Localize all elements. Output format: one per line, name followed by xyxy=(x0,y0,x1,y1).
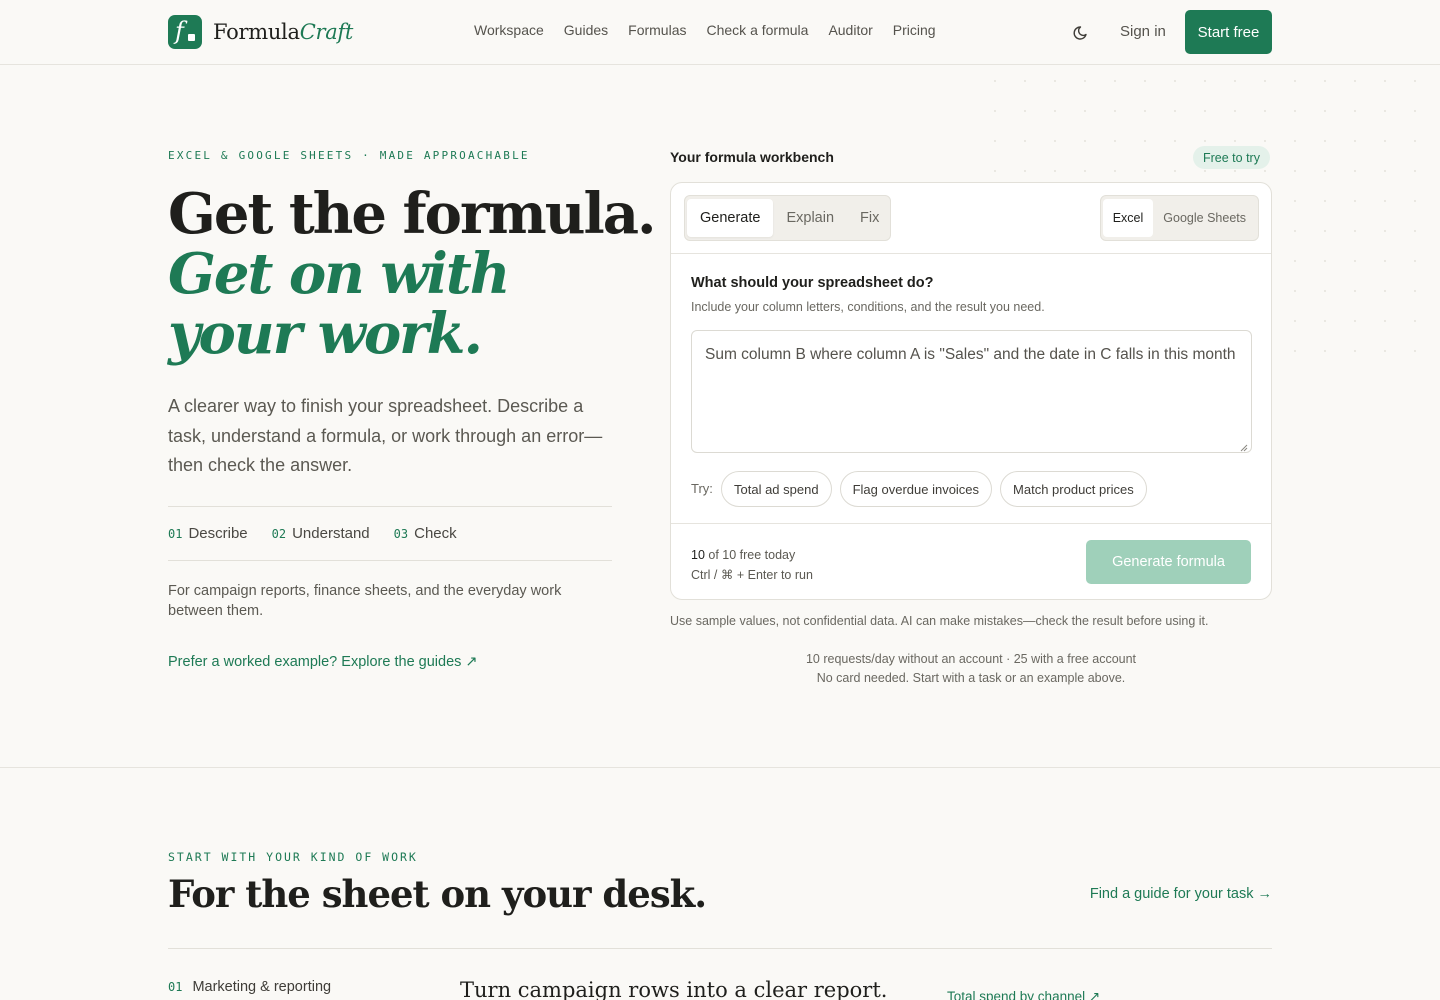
hero-title-line3: your work. xyxy=(168,301,483,367)
quota-count: 10 xyxy=(691,548,705,562)
usage-limits: 10 requests/day without an account · 25 … xyxy=(670,650,1272,688)
nav-guides[interactable]: Guides xyxy=(564,22,608,38)
generate-formula-button[interactable]: Generate formula xyxy=(1086,540,1251,584)
quota-line: 10 of 10 free today xyxy=(691,545,813,565)
step-describe: 01 Describe xyxy=(168,525,248,542)
step-understand: 02 Understand xyxy=(271,525,370,542)
find-guide-link[interactable]: Find a guide for your task → xyxy=(1090,886,1272,902)
logo[interactable]: f FormulaCraft xyxy=(168,15,353,49)
prompt-label: What should your spreadsheet do? xyxy=(691,275,934,291)
section-title: For the sheet on your desk. xyxy=(168,872,707,916)
workbench-title: Your formula workbench xyxy=(670,149,834,165)
try-label: Try: xyxy=(691,481,713,496)
hero-lead: A clearer way to finish your spreadsheet… xyxy=(168,396,603,475)
example-chips: Total ad spend Flag overdue invoices Mat… xyxy=(721,471,1147,507)
category-marketing[interactable]: 01 Marketing & reporting xyxy=(168,979,331,995)
tab-fix[interactable]: Fix xyxy=(847,199,892,237)
category-title: Turn campaign rows into a clear report. xyxy=(460,978,888,1000)
moon-icon[interactable] xyxy=(1072,22,1092,42)
tab-explain[interactable]: Explain xyxy=(773,199,847,237)
nav-pricing[interactable]: Pricing xyxy=(893,22,936,38)
section-eyebrow: START WITH YOUR KIND OF WORK xyxy=(168,850,418,864)
limits-line2: No card needed. Start with a task or an … xyxy=(816,671,1126,685)
free-badge: Free to try xyxy=(1193,146,1270,169)
main-nav: Workspace Guides Formulas Check a formul… xyxy=(474,22,936,38)
site-header: f FormulaCraft Workspace Guides Formulas… xyxy=(0,0,1440,65)
quota-info: 10 of 10 free today Ctrl / ⌘ + Enter to … xyxy=(691,545,813,585)
chip-flag-overdue-invoices[interactable]: Flag overdue invoices xyxy=(839,471,993,507)
section-divider xyxy=(0,767,1440,768)
workbench-toolbar: Generate Explain Fix Excel Google Sheets xyxy=(671,183,1271,254)
nav-workspace[interactable]: Workspace xyxy=(474,22,544,38)
step-check: 03 Check xyxy=(393,525,457,542)
hero-eyebrow: EXCEL & GOOGLE SHEETS · MADE APPROACHABL… xyxy=(168,149,530,162)
shortcut-hint: Ctrl / ⌘ + Enter to run xyxy=(691,568,813,582)
section-inner-divider xyxy=(168,948,1272,949)
nav-check-a-formula[interactable]: Check a formula xyxy=(707,22,809,38)
chip-total-ad-spend[interactable]: Total ad spend xyxy=(721,471,832,507)
app-google-sheets[interactable]: Google Sheets xyxy=(1153,199,1256,237)
logo-text: FormulaCraft xyxy=(213,20,354,44)
disclaimer: Use sample values, not confidential data… xyxy=(670,614,1209,628)
app-excel[interactable]: Excel xyxy=(1102,199,1154,237)
explore-guides-link[interactable]: Prefer a worked example? Explore the gui… xyxy=(168,654,478,670)
audience-text: For campaign reports, finance sheets, an… xyxy=(168,583,562,619)
mode-tabs: Generate Explain Fix xyxy=(684,195,891,241)
prompt-hint: Include your column letters, conditions,… xyxy=(691,300,1045,314)
nav-formulas[interactable]: Formulas xyxy=(628,22,686,38)
limits-line1: 10 requests/day without an account · 25 … xyxy=(805,652,1137,666)
steps-list: 01 Describe 02 Understand 03 Check xyxy=(168,506,612,561)
app-switch: Excel Google Sheets xyxy=(1099,195,1259,241)
hero-title: Get the formula. Get on with your work. xyxy=(168,181,656,367)
workbench-footer: 10 of 10 free today Ctrl / ⌘ + Enter to … xyxy=(671,523,1271,601)
nav-auditor[interactable]: Auditor xyxy=(828,22,872,38)
workbench-card: Generate Explain Fix Excel Google Sheets… xyxy=(670,182,1272,600)
chip-match-product-prices[interactable]: Match product prices xyxy=(1000,471,1147,507)
resize-handle-icon[interactable] xyxy=(1238,439,1248,452)
hero-title-line2: Get on with xyxy=(168,241,510,307)
start-free-button[interactable]: Start free xyxy=(1185,10,1272,54)
hero-title-line1: Get the formula. xyxy=(168,181,656,247)
category-example-link[interactable]: Total spend by channel ↗ xyxy=(947,989,1100,1000)
formula-f-icon: f xyxy=(168,15,202,49)
quota-text: of 10 free today xyxy=(708,548,796,562)
task-input[interactable]: Sum column B where column A is "Sales" a… xyxy=(691,330,1252,453)
sign-in-link[interactable]: Sign in xyxy=(1120,23,1166,40)
tab-generate[interactable]: Generate xyxy=(687,199,774,237)
